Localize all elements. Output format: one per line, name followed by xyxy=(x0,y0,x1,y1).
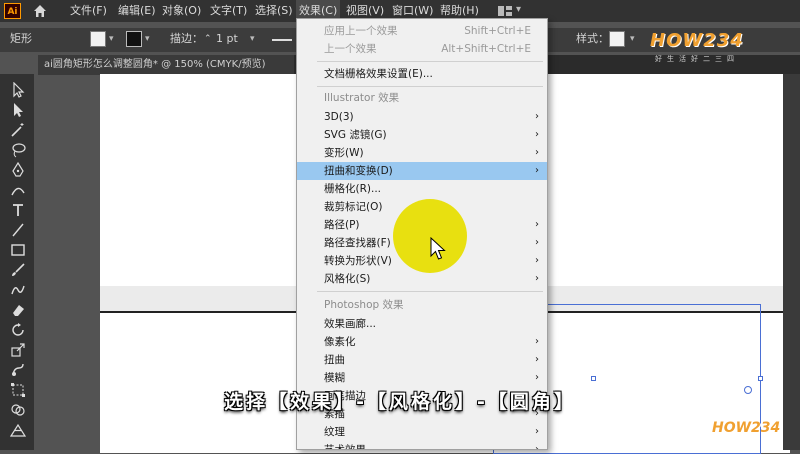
menu-item-svg-filters[interactable]: SVG 滤镜(G) › xyxy=(297,126,547,144)
fill-swatch[interactable] xyxy=(90,31,106,47)
chevron-right-icon: › xyxy=(535,219,539,230)
chevron-right-icon: › xyxy=(535,147,539,158)
document-tab[interactable]: ai圆角矩形怎么调整圆角* @ 150% (CMYK/预览) xyxy=(38,55,294,75)
chevron-right-icon: › xyxy=(535,165,539,176)
menu-item-rasterize[interactable]: 栅格化(R)... xyxy=(297,180,547,198)
shaper-tool-icon[interactable] xyxy=(10,282,26,298)
scale-tool-icon[interactable] xyxy=(10,342,26,358)
style-swatch[interactable] xyxy=(609,31,625,47)
menu-item-stylize[interactable]: 风格化(S) › xyxy=(297,270,547,288)
rotate-tool-icon[interactable] xyxy=(10,322,26,338)
watermark-tagline: 好生活好二三四 xyxy=(655,55,739,63)
menu-object[interactable]: 对象(O) xyxy=(159,0,204,22)
illustrator-logo-icon: Ai xyxy=(4,3,21,19)
workspace-switcher-icon[interactable] xyxy=(498,6,512,16)
cursor-spotlight xyxy=(393,199,467,273)
object-type-label: 矩形 xyxy=(10,32,32,45)
stroke-swatch[interactable] xyxy=(126,31,142,47)
watermark-logo-small: HOW234 xyxy=(712,420,781,436)
menu-item-distort-transform[interactable]: 扭曲和变换(D) › xyxy=(297,162,547,180)
chevron-right-icon: › xyxy=(535,237,539,248)
chevron-right-icon: › xyxy=(535,111,539,122)
menu-separator xyxy=(317,291,543,292)
selection-handle[interactable] xyxy=(758,376,763,381)
perspective-grid-tool-icon[interactable] xyxy=(10,422,26,438)
illustrator-effects-header: Illustrator 效果 xyxy=(324,92,400,104)
rectangle-tool-icon[interactable] xyxy=(10,242,26,258)
chevron-right-icon: › xyxy=(535,372,539,383)
stroke-weight-input[interactable]: 1 pt xyxy=(216,28,238,50)
menu-item-warp[interactable]: 变形(W) › xyxy=(297,144,547,162)
magic-wand-tool-icon[interactable] xyxy=(10,122,26,138)
chevron-down-icon[interactable]: ▾ xyxy=(516,4,521,15)
chevron-down-icon[interactable]: ▾ xyxy=(250,28,255,50)
chevron-down-icon[interactable]: ▾ xyxy=(630,28,635,50)
selection-handle[interactable] xyxy=(591,376,596,381)
type-tool-icon[interactable] xyxy=(10,202,26,218)
chevron-right-icon: › xyxy=(535,426,539,437)
menu-item-blur[interactable]: 模糊 › xyxy=(297,369,547,387)
chevron-right-icon: › xyxy=(535,444,539,450)
chevron-right-icon: › xyxy=(535,129,539,140)
menu-separator xyxy=(317,86,543,87)
chevron-down-icon[interactable]: ▾ xyxy=(109,28,114,50)
chevron-right-icon: › xyxy=(535,255,539,266)
photoshop-effects-header: Photoshop 效果 xyxy=(324,299,404,311)
menu-item-last-effect: 上一个效果 Alt+Shift+Ctrl+E xyxy=(324,43,531,55)
pen-tool-icon[interactable] xyxy=(10,162,26,178)
tutorial-subtitle: 选择【效果】-【风格化】-【圆角】 xyxy=(224,391,576,413)
menu-item-pixelate[interactable]: 像素化 › xyxy=(297,333,547,351)
stroke-profile-preview[interactable] xyxy=(272,39,292,41)
menu-item-document-raster-settings[interactable]: 文档栅格效果设置(E)... xyxy=(297,65,547,83)
menu-edit[interactable]: 编辑(E) xyxy=(115,0,159,22)
direct-selection-tool-icon[interactable] xyxy=(10,102,26,118)
warp-tool-icon[interactable] xyxy=(10,362,26,378)
curvature-tool-icon[interactable] xyxy=(10,182,26,198)
document-tab-title: ai圆角矩形怎么调整圆角* @ 150% (CMYK/预览) xyxy=(44,59,266,70)
menu-item-effect-gallery[interactable]: 效果画廊... xyxy=(297,315,547,333)
menu-item-distort[interactable]: 扭曲 › xyxy=(297,351,547,369)
style-label: 样式： xyxy=(576,32,609,45)
watermark-logo: HOW234 xyxy=(650,30,744,51)
menu-item-texture[interactable]: 纹理 › xyxy=(297,423,547,441)
menu-select[interactable]: 选择(S) xyxy=(252,0,296,22)
chevron-down-icon[interactable]: ▾ xyxy=(145,28,150,50)
menu-item-apply-last-effect: 应用上一个效果 Shift+Ctrl+E xyxy=(324,25,531,37)
menu-item-artistic[interactable]: 艺术效果 › xyxy=(297,441,547,450)
home-icon[interactable] xyxy=(33,4,47,18)
selection-tool-icon[interactable] xyxy=(10,82,26,98)
menu-type[interactable]: 文字(T) xyxy=(207,0,250,22)
chevron-right-icon: › xyxy=(535,354,539,365)
eraser-tool-icon[interactable] xyxy=(10,302,26,318)
lasso-tool-icon[interactable] xyxy=(10,142,26,158)
paintbrush-tool-icon[interactable] xyxy=(10,262,26,278)
mouse-cursor-icon xyxy=(430,237,446,260)
stroke-label: 描边： xyxy=(170,32,203,45)
menu-item-3d[interactable]: 3D(3) › xyxy=(297,108,547,126)
chevron-right-icon: › xyxy=(535,273,539,284)
stepper-icon[interactable]: ⌃ xyxy=(204,28,212,50)
menu-file[interactable]: 文件(F) xyxy=(67,0,110,22)
line-segment-tool-icon[interactable] xyxy=(10,222,26,238)
menu-separator xyxy=(317,61,543,62)
chevron-right-icon: › xyxy=(535,336,539,347)
